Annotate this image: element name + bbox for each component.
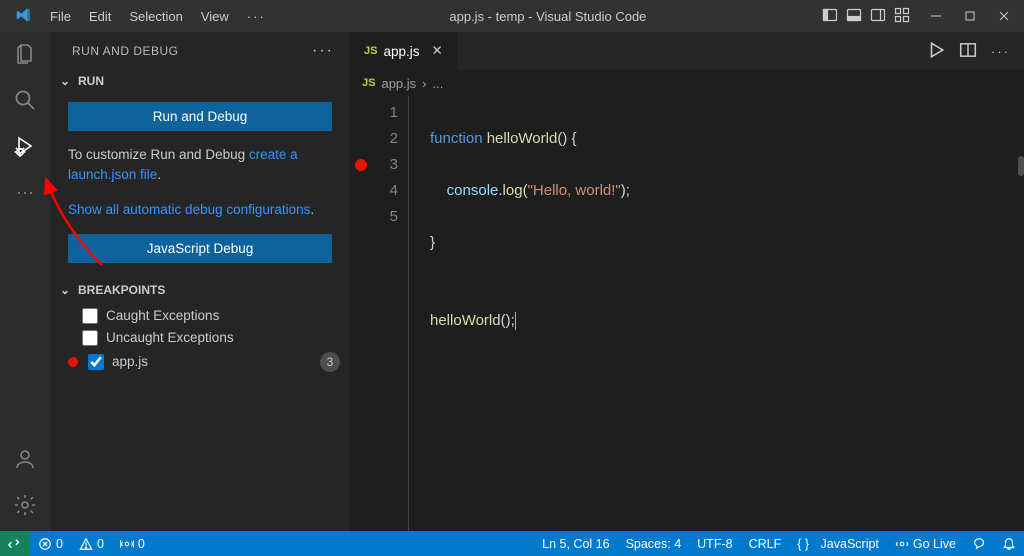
toggle-sidebar-right-icon[interactable] bbox=[870, 7, 886, 26]
minimap-slider[interactable] bbox=[1018, 156, 1024, 176]
chevron-down-icon: ⌄ bbox=[58, 74, 72, 88]
uncaught-exceptions-checkbox[interactable] bbox=[82, 330, 98, 346]
breakpoint-gutter[interactable] bbox=[350, 96, 372, 531]
title-bar: File Edit Selection View ··· app.js - te… bbox=[0, 0, 1024, 32]
minimize-button[interactable] bbox=[924, 8, 948, 24]
search-icon[interactable] bbox=[11, 86, 39, 114]
menu-file[interactable]: File bbox=[42, 5, 79, 28]
breadcrumb-separator: › bbox=[422, 76, 426, 91]
go-live-button[interactable]: Go Live bbox=[887, 537, 964, 551]
breakpoint-dot-icon bbox=[68, 357, 78, 367]
split-editor-icon[interactable] bbox=[959, 41, 977, 62]
breakpoint-uncaught-exceptions[interactable]: Uncaught Exceptions bbox=[56, 327, 344, 349]
section-breakpoints-header[interactable]: ⌄ BREAKPOINTS bbox=[50, 277, 350, 303]
breadcrumb-rest[interactable]: ... bbox=[433, 76, 444, 91]
menu-view[interactable]: View bbox=[193, 5, 237, 28]
section-run-label: RUN bbox=[78, 74, 104, 88]
status-bar: 0 0 0 Ln 5, Col 16 Spaces: 4 UTF-8 CRLF … bbox=[0, 531, 1024, 556]
layout-controls bbox=[822, 7, 910, 26]
bp-file-label: app.js bbox=[112, 354, 148, 369]
close-button[interactable] bbox=[992, 8, 1016, 24]
section-breakpoints-label: BREAKPOINTS bbox=[78, 283, 165, 297]
tab-appjs[interactable]: JS app.js ✕ bbox=[350, 32, 458, 70]
customize-text: To customize Run and Debug create a laun… bbox=[68, 145, 332, 186]
code-editor[interactable]: 1 2 3 4 5 function helloWorld() { consol… bbox=[350, 96, 1024, 531]
show-all-text: Show all automatic debug configurations. bbox=[68, 200, 332, 220]
text-cursor bbox=[515, 312, 516, 330]
cursor-position[interactable]: Ln 5, Col 16 bbox=[534, 537, 617, 551]
breakpoint-marker-icon[interactable] bbox=[355, 159, 367, 171]
js-file-icon: JS bbox=[364, 45, 377, 57]
indent-guide bbox=[408, 96, 422, 531]
notifications-icon[interactable] bbox=[994, 537, 1024, 551]
accounts-icon[interactable] bbox=[11, 445, 39, 473]
bp-label: Uncaught Exceptions bbox=[106, 330, 234, 345]
appjs-breakpoint-checkbox[interactable] bbox=[88, 354, 104, 370]
javascript-debug-button[interactable]: JavaScript Debug bbox=[68, 234, 332, 263]
editor-more-icon[interactable]: ··· bbox=[991, 44, 1010, 59]
warnings-status[interactable]: 0 bbox=[71, 537, 112, 551]
main-area: ··· RUN AND DEBUG ··· ⌄ RUN Run and Debu… bbox=[0, 32, 1024, 531]
run-debug-sidebar: RUN AND DEBUG ··· ⌄ RUN Run and Debug To… bbox=[50, 32, 350, 531]
ports-status[interactable]: 0 bbox=[112, 537, 153, 551]
toggle-bottom-icon[interactable] bbox=[846, 7, 862, 26]
caught-exceptions-checkbox[interactable] bbox=[82, 308, 98, 324]
line-numbers: 1 2 3 4 5 bbox=[372, 96, 408, 531]
tab-label: app.js bbox=[383, 44, 419, 59]
editor-group: JS app.js ✕ ··· JS app.js › ... 1 bbox=[350, 32, 1024, 531]
language-mode[interactable]: { } JavaScript bbox=[789, 537, 887, 551]
code-content[interactable]: function helloWorld() { console.log("Hel… bbox=[424, 96, 630, 531]
window-controls bbox=[924, 8, 1016, 24]
js-file-icon: JS bbox=[362, 77, 375, 89]
breadcrumbs[interactable]: JS app.js › ... bbox=[350, 70, 1024, 96]
activity-bar: ··· bbox=[0, 32, 50, 531]
menu-selection[interactable]: Selection bbox=[121, 5, 190, 28]
errors-status[interactable]: 0 bbox=[30, 537, 71, 551]
breakpoint-file-appjs[interactable]: app.js 3 bbox=[56, 349, 344, 375]
window-title: app.js - temp - Visual Studio Code bbox=[274, 9, 822, 24]
menu-bar: File Edit Selection View ··· bbox=[42, 5, 274, 28]
run-and-debug-button[interactable]: Run and Debug bbox=[68, 102, 332, 131]
minimap[interactable] bbox=[1014, 96, 1024, 531]
menu-overflow[interactable]: ··· bbox=[239, 5, 274, 28]
run-file-icon[interactable] bbox=[927, 41, 945, 62]
sidebar-more-icon[interactable]: ··· bbox=[312, 42, 334, 60]
settings-gear-icon[interactable] bbox=[11, 491, 39, 519]
breakpoint-line-badge: 3 bbox=[320, 352, 340, 372]
vscode-logo-icon bbox=[16, 7, 34, 25]
show-all-configs-link[interactable]: Show all automatic debug configurations bbox=[68, 202, 310, 217]
menu-edit[interactable]: Edit bbox=[81, 5, 119, 28]
encoding-status[interactable]: UTF-8 bbox=[689, 537, 740, 551]
customize-layout-icon[interactable] bbox=[894, 7, 910, 26]
section-run-header[interactable]: ⌄ RUN bbox=[50, 68, 350, 94]
explorer-icon[interactable] bbox=[11, 40, 39, 68]
chevron-down-icon: ⌄ bbox=[58, 283, 72, 297]
maximize-button[interactable] bbox=[958, 8, 982, 24]
toggle-panel-icon[interactable] bbox=[822, 7, 838, 26]
run-debug-icon[interactable] bbox=[11, 132, 39, 160]
tab-close-icon[interactable]: ✕ bbox=[432, 43, 443, 59]
remote-indicator[interactable] bbox=[0, 531, 30, 556]
bp-label: Caught Exceptions bbox=[106, 308, 219, 323]
breadcrumb-file[interactable]: app.js bbox=[381, 76, 416, 91]
editor-tabs: JS app.js ✕ ··· bbox=[350, 32, 1024, 70]
activity-overflow-icon[interactable]: ··· bbox=[11, 178, 39, 206]
feedback-icon[interactable] bbox=[964, 537, 994, 551]
breakpoint-caught-exceptions[interactable]: Caught Exceptions bbox=[56, 305, 344, 327]
indentation-status[interactable]: Spaces: 4 bbox=[618, 537, 690, 551]
sidebar-title: RUN AND DEBUG bbox=[72, 44, 179, 58]
eol-status[interactable]: CRLF bbox=[741, 537, 790, 551]
